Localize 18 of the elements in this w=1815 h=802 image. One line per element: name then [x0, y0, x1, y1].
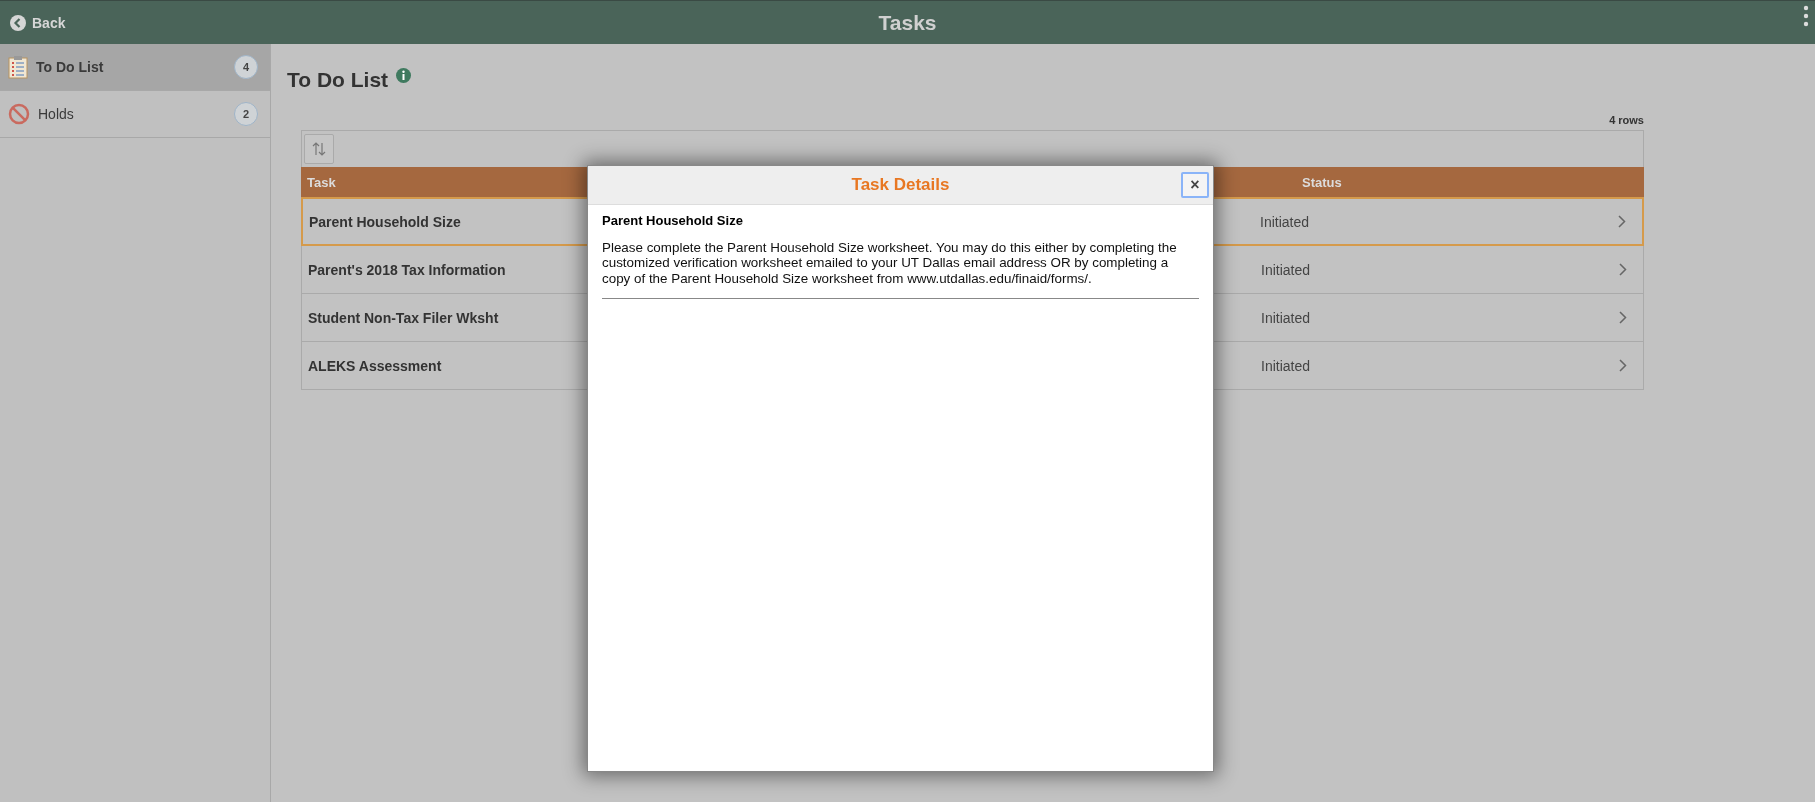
page-title: Tasks: [878, 10, 937, 34]
column-header: Task: [307, 174, 336, 190]
column-header: Status: [1302, 174, 1342, 190]
task-name: ALEKS Assessment: [308, 357, 442, 374]
task-status: Initiated: [1261, 261, 1311, 278]
task-name: Student Non-Tax Filer Wksht: [308, 309, 499, 326]
task-status: Initiated: [1261, 309, 1311, 326]
row-count: 4 rows: [1608, 114, 1644, 126]
task-status: Initiated: [1260, 213, 1310, 230]
section-title: To Do List: [287, 68, 389, 92]
count-badge: 2: [234, 102, 258, 126]
task-description: Please complete the Parent Household Size worksheet. You may do this either by completing the customized verification worksheet emailed to your UT Dallas email address OR by completing a copy of the Parent Household Size worksheet from www.utdallas.edu/finaid/forms/.: [602, 240, 1199, 300]
task-status: Initiated: [1261, 357, 1311, 374]
task-name: Parent Household Size: [309, 213, 461, 230]
dialog-title: Task Details: [851, 175, 950, 195]
task-heading: Parent Household Size: [602, 213, 744, 228]
task-name: Parent's 2018 Tax Information: [308, 261, 506, 278]
count-badge: 4: [234, 55, 258, 79]
